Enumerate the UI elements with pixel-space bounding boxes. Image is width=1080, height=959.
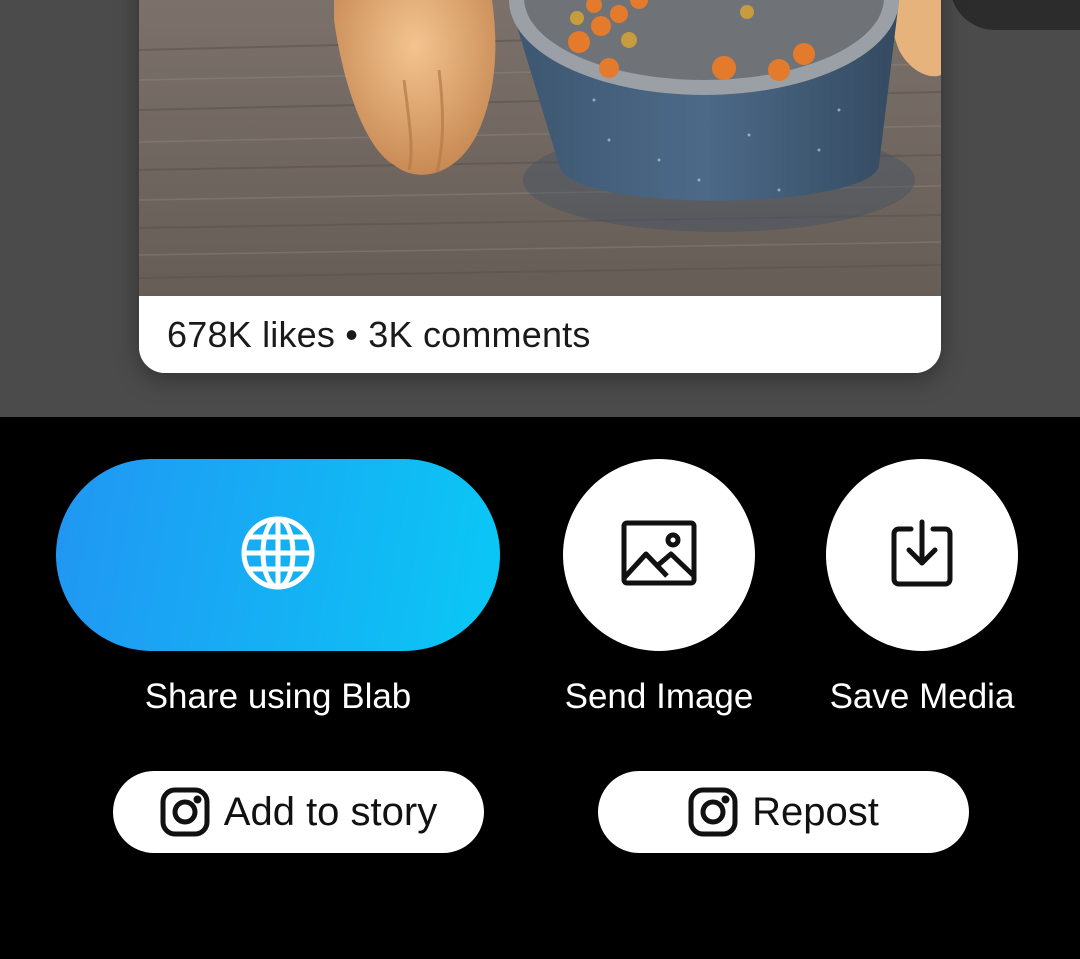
overlay-corner-shape	[950, 0, 1080, 30]
save-media-label: Save Media	[829, 677, 1015, 716]
post-stats: 678K likes • 3K comments	[139, 296, 941, 373]
save-media-button[interactable]	[826, 459, 1018, 651]
post-photo	[139, 0, 941, 296]
repost-button[interactable]: Repost	[598, 771, 969, 853]
send-image-button[interactable]	[563, 459, 755, 651]
image-icon	[621, 520, 697, 591]
add-to-story-button[interactable]: Add to story	[113, 771, 484, 853]
share-using-blab-label: Share using Blab	[144, 677, 412, 716]
add-to-story-label: Add to story	[223, 789, 438, 834]
share-sheet: Share using Blab Send Image Save Media A…	[0, 417, 1080, 959]
instagram-icon	[688, 787, 738, 837]
repost-label: Repost	[752, 789, 879, 834]
send-image-label: Send Image	[564, 677, 754, 716]
globe-icon	[240, 515, 316, 596]
post-stats-text: 678K likes • 3K comments	[167, 313, 591, 355]
share-using-blab-button[interactable]	[56, 459, 500, 651]
post-preview-area: 678K likes • 3K comments	[0, 0, 1080, 417]
instagram-icon	[160, 787, 210, 837]
post-card: 678K likes • 3K comments	[139, 0, 941, 373]
download-icon	[891, 519, 953, 592]
